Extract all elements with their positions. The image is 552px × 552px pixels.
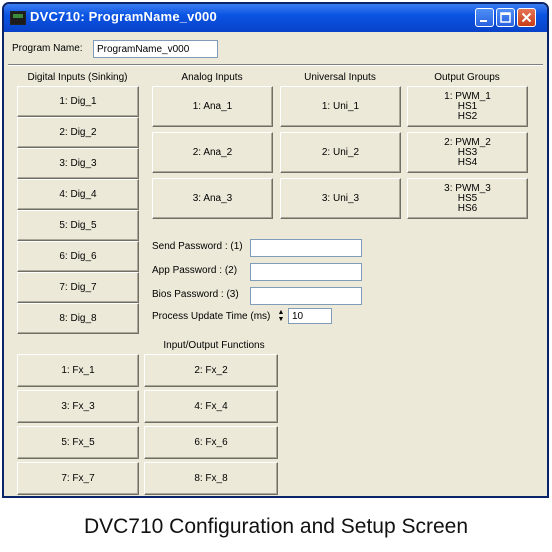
io-function-2-button[interactable]: 2: Fx_2 bbox=[144, 354, 278, 387]
io-function-1-button[interactable]: 1: Fx_1 bbox=[17, 354, 139, 387]
analog-input-2-button[interactable]: 2: Ana_2 bbox=[152, 132, 273, 173]
minimize-icon bbox=[480, 20, 487, 22]
digital-input-5-button[interactable]: 5: Dig_5 bbox=[17, 210, 139, 241]
bios-password-label: Bios Password : (3) bbox=[152, 289, 239, 300]
analog-input-3-button[interactable]: 3: Ana_3 bbox=[152, 178, 273, 219]
spin-down-icon[interactable]: ▼ bbox=[276, 316, 286, 323]
spin-up-icon[interactable]: ▲ bbox=[276, 309, 286, 316]
io-function-3-button[interactable]: 3: Fx_3 bbox=[17, 390, 139, 423]
io-function-8-button[interactable]: 8: Fx_8 bbox=[144, 462, 278, 495]
bios-password-field[interactable] bbox=[250, 287, 362, 305]
io-functions-header: Input/Output Functions bbox=[163, 340, 265, 351]
output-group-3-button[interactable]: 3: PWM_3 HS5 HS6 bbox=[407, 178, 528, 219]
universal-input-1-button[interactable]: 1: Uni_1 bbox=[280, 86, 401, 127]
io-function-6-button[interactable]: 6: Fx_6 bbox=[144, 426, 278, 459]
analog-inputs-header: Analog Inputs bbox=[181, 72, 243, 83]
digital-input-4-button[interactable]: 4: Dig_4 bbox=[17, 179, 139, 210]
process-update-spinner[interactable]: ▲ ▼ bbox=[274, 308, 288, 324]
io-function-7-button[interactable]: 7: Fx_7 bbox=[17, 462, 139, 495]
maximize-icon bbox=[500, 12, 511, 23]
digital-input-8-button[interactable]: 8: Dig_8 bbox=[17, 303, 139, 334]
app-icon bbox=[10, 11, 26, 25]
send-password-field[interactable] bbox=[250, 239, 362, 257]
top-separator bbox=[8, 64, 543, 66]
digital-input-7-button[interactable]: 7: Dig_7 bbox=[17, 272, 139, 303]
digital-input-6-button[interactable]: 6: Dig_6 bbox=[17, 241, 139, 272]
digital-input-1-button[interactable]: 1: Dig_1 bbox=[17, 86, 139, 117]
output-group-1-button[interactable]: 1: PWM_1 HS1 HS2 bbox=[407, 86, 528, 127]
main-window: DVC710: ProgramName_v000 Program Name: P… bbox=[2, 2, 549, 498]
io-function-5-button[interactable]: 5: Fx_5 bbox=[17, 426, 139, 459]
maximize-button[interactable] bbox=[496, 8, 515, 27]
universal-inputs-header: Universal Inputs bbox=[304, 72, 376, 83]
program-name-field[interactable]: ProgramName_v000 bbox=[93, 40, 218, 58]
process-update-field[interactable]: 10 bbox=[288, 308, 332, 324]
universal-input-3-button[interactable]: 3: Uni_3 bbox=[280, 178, 401, 219]
window-title: DVC710: ProgramName_v000 bbox=[30, 9, 217, 24]
close-button[interactable] bbox=[517, 8, 536, 27]
digital-inputs-header: Digital Inputs (Sinking) bbox=[27, 72, 128, 83]
universal-input-2-button[interactable]: 2: Uni_2 bbox=[280, 132, 401, 173]
close-icon bbox=[521, 12, 532, 23]
digital-input-3-button[interactable]: 3: Dig_3 bbox=[17, 148, 139, 179]
output-groups-header: Output Groups bbox=[434, 72, 500, 83]
minimize-button[interactable] bbox=[475, 8, 494, 27]
app-password-label: App Password : (2) bbox=[152, 265, 238, 276]
program-name-label: Program Name: bbox=[12, 43, 83, 54]
title-bar[interactable]: DVC710: ProgramName_v000 bbox=[4, 4, 547, 32]
digital-input-2-button[interactable]: 2: Dig_2 bbox=[17, 117, 139, 148]
analog-input-1-button[interactable]: 1: Ana_1 bbox=[152, 86, 273, 127]
app-password-field[interactable] bbox=[250, 263, 362, 281]
output-group-2-button[interactable]: 2: PWM_2 HS3 HS4 bbox=[407, 132, 528, 173]
process-update-label: Process Update Time (ms) bbox=[152, 311, 271, 322]
send-password-label: Send Password : (1) bbox=[152, 241, 243, 252]
io-function-4-button[interactable]: 4: Fx_4 bbox=[144, 390, 278, 423]
caption-text: DVC710 Configuration and Setup Screen bbox=[83, 515, 469, 538]
